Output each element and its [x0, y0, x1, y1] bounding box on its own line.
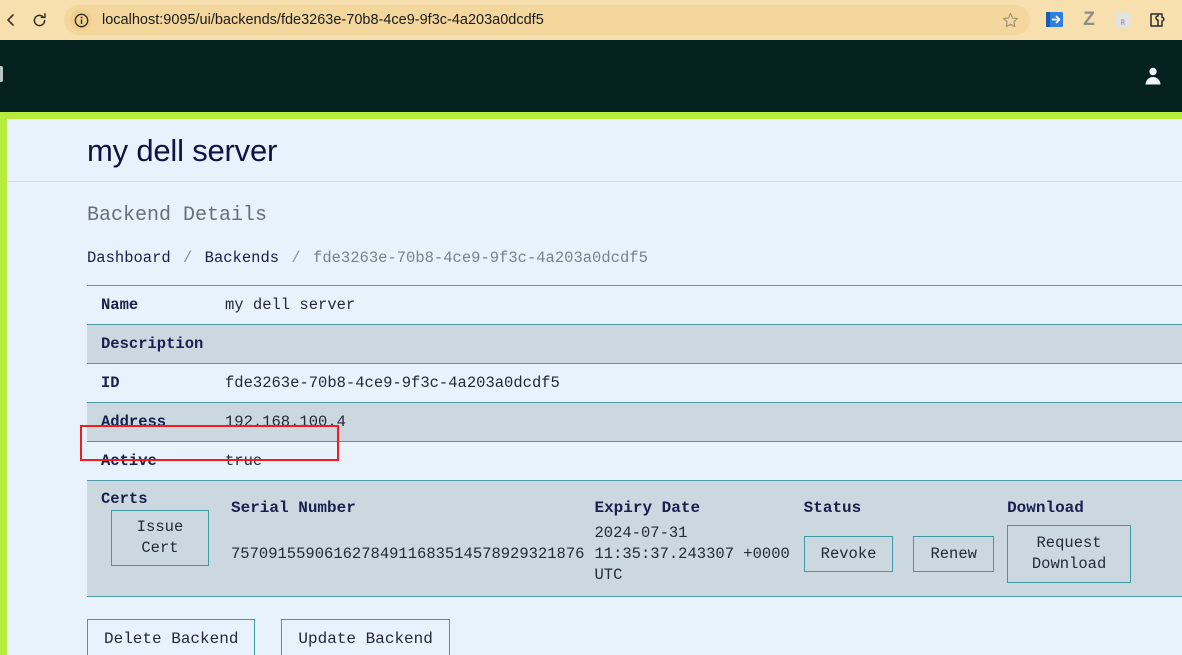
- certs-value-serial: 75709155906162784911683514578929321876: [231, 545, 585, 563]
- extension-toolbar: Z ʀ: [1044, 9, 1174, 31]
- section-subtitle: Backend Details: [87, 204, 268, 227]
- row-label-id: ID: [101, 374, 120, 392]
- star-icon[interactable]: [998, 8, 1022, 32]
- breadcrumb-separator: /: [183, 249, 193, 267]
- url-text[interactable]: localhost:9095/ui/backends/fde3263e-70b8…: [102, 12, 998, 28]
- row-value-name: my dell server: [225, 296, 356, 314]
- certs-column-download: Download Request Download: [1007, 491, 1182, 585]
- revoke-cert-button[interactable]: Revoke: [803, 535, 894, 573]
- row-label-certs: Certs Issue Cert: [87, 481, 225, 597]
- table-row-address: Address 192.168.100.4: [87, 402, 1182, 442]
- request-download-button[interactable]: Request Download: [1007, 525, 1132, 583]
- breadcrumb: Dashboard / Backends / fde3263e-70b8-4ce…: [7, 227, 1182, 267]
- app-navbar: [0, 40, 1182, 112]
- certs-grid: Serial Number 75709155906162784911683514…: [225, 491, 1182, 586]
- row-label-name: Name: [101, 296, 139, 314]
- issue-cert-button[interactable]: Issue Cert: [111, 510, 209, 566]
- row-label-description: Description: [101, 335, 204, 353]
- renew-cert-button[interactable]: Renew: [913, 535, 994, 573]
- row-value-address: 192.168.100.4: [225, 413, 346, 431]
- breadcrumb-item-current: fde3263e-70b8-4ce9-9f3c-4a203a0dcdf5: [313, 249, 648, 267]
- page-title: my dell server: [87, 133, 278, 168]
- row-value-active: true: [225, 452, 263, 470]
- extension-icon-bitwarden[interactable]: [1044, 9, 1066, 31]
- row-value-id: fde3263e-70b8-4ce9-9f3c-4a203a0dcdf5: [225, 374, 560, 392]
- breadcrumb-item-backends[interactable]: Backends: [205, 249, 279, 267]
- delete-backend-button[interactable]: Delete Backend: [87, 618, 256, 655]
- expiry-date-text: 2024-07-31 11:35:37.243307 +0000 UTC: [594, 524, 790, 584]
- extension-icon-ublock[interactable]: ʀ: [1112, 9, 1134, 31]
- extension-icon-z[interactable]: Z: [1078, 9, 1100, 31]
- backend-details-table: Name my dell server Description ID fde32…: [87, 285, 1182, 597]
- extension-icon-puzzle[interactable]: [1146, 9, 1168, 31]
- breadcrumb-item-dashboard[interactable]: Dashboard: [87, 249, 171, 267]
- reload-icon[interactable]: [24, 5, 54, 35]
- address-bar[interactable]: localhost:9095/ui/backends/fde3263e-70b8…: [64, 5, 1030, 35]
- certs-column-serial: Serial Number 75709155906162784911683514…: [225, 491, 594, 585]
- backend-actions: Delete Backend Update Backend: [87, 618, 1182, 655]
- certs-header-serial: Serial Number: [231, 499, 356, 517]
- browser-toolbar: localhost:9095/ui/backends/fde3263e-70b8…: [0, 0, 1182, 40]
- row-value-description: [225, 325, 1182, 364]
- table-row-name: Name my dell server: [87, 285, 1182, 325]
- table-row-description: Description: [87, 324, 1182, 364]
- navbar-brand-edge: [0, 66, 3, 82]
- breadcrumb-separator: /: [291, 249, 301, 267]
- certs-label-text: Certs: [101, 490, 148, 508]
- site-info-icon[interactable]: [70, 9, 92, 31]
- page-content: my dell server Backend Details Dashboard…: [0, 112, 1182, 655]
- certs-column-status: Status Revoke Renew: [803, 491, 1007, 585]
- row-label-address: Address: [101, 413, 167, 431]
- certs-header-download: Download: [1007, 499, 1084, 517]
- table-row-id: ID fde3263e-70b8-4ce9-9f3c-4a203a0dcdf5: [87, 363, 1182, 403]
- certs-download-cell: Request Download: [1007, 523, 1182, 585]
- row-label-active: Active: [101, 452, 157, 470]
- back-arrow-icon[interactable]: [4, 12, 14, 28]
- backend-details-table-wrap: Name my dell server Description ID fde32…: [87, 285, 1182, 597]
- user-avatar-icon[interactable]: [1138, 61, 1168, 91]
- table-row-active: Active true: [87, 441, 1182, 481]
- certs-column-expiry: Expiry Date 2024-07-31 11:35:37.243307 +…: [594, 491, 803, 586]
- update-backend-button[interactable]: Update Backend: [281, 618, 450, 655]
- table-row-certs: Certs Issue Cert Serial Number 757091559…: [87, 480, 1182, 597]
- svg-text:ʀ: ʀ: [1121, 17, 1126, 28]
- certs-value-expiry: 2024-07-31 11:35:37.243307 +0000 UTC: [594, 523, 793, 586]
- certs-cell: Serial Number 75709155906162784911683514…: [225, 481, 1182, 597]
- certs-header-status: Status: [803, 499, 862, 517]
- certs-header-expiry: Expiry Date: [594, 499, 701, 517]
- certs-status-buttons: Revoke Renew: [803, 523, 997, 585]
